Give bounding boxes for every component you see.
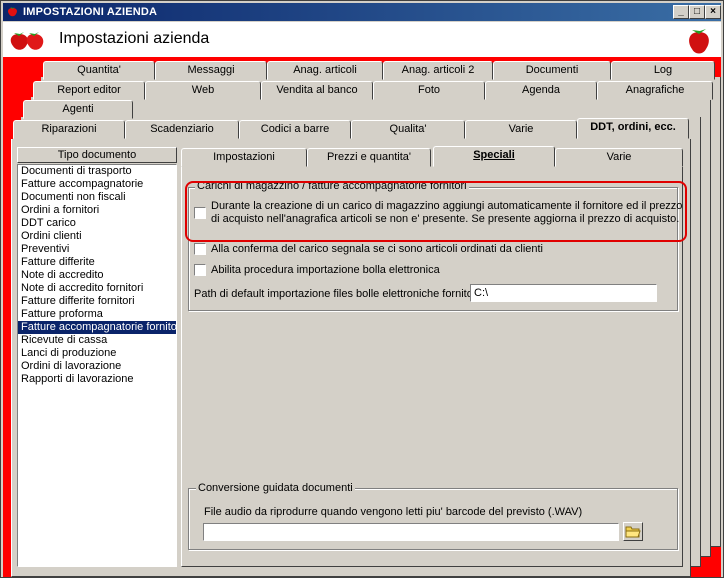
tab-foto[interactable]: Foto (373, 81, 485, 100)
page-title: Impostazioni azienda (59, 30, 210, 47)
list-item[interactable]: Preventivi (18, 243, 176, 256)
subtab-prezzi-quantita[interactable]: Prezzi e quantita' (307, 148, 431, 167)
subtab-varie[interactable]: Varie (555, 148, 683, 167)
strawberry-icon (689, 29, 709, 54)
strawberries-logo-icon (10, 32, 44, 50)
doc-type-list[interactable]: Documenti di trasporto Fatture accompagn… (17, 164, 177, 567)
tab-ddt-ordini[interactable]: DDT, ordini, ecc. (577, 118, 689, 139)
list-item-selected[interactable]: Fatture accompagnatorie fornitori (18, 321, 176, 334)
tab-qualita[interactable]: Qualita' (351, 120, 465, 139)
notify-ordered-items-checkbox[interactable] (194, 243, 206, 255)
audio-file-label: File audio da riprodurre quando vengono … (204, 506, 583, 518)
maximize-button[interactable]: □ (689, 5, 705, 19)
tab-anag-articoli[interactable]: Anag. articoli (267, 61, 383, 80)
tab-web[interactable]: Web (145, 81, 261, 100)
list-item[interactable]: DDT carico (18, 217, 176, 230)
tab-varie[interactable]: Varie (465, 120, 577, 139)
tab-riparazioni[interactable]: Riparazioni (13, 120, 125, 139)
list-item[interactable]: Ricevute di cassa (18, 334, 176, 347)
import-path-input[interactable]: C:\ (470, 284, 657, 302)
tab-codici-a-barre[interactable]: Codici a barre (239, 120, 351, 139)
electronic-import-label: Abilita procedura importazione bolla ele… (211, 264, 440, 276)
list-item[interactable]: Note di accredito fornitori (18, 282, 176, 295)
main-window: IMPOSTAZIONI AZIENDA _ □ × Impostazioni … (0, 0, 724, 578)
notify-ordered-items-label: Alla conferma del carico segnala se ci s… (211, 243, 544, 255)
strawberry-icon (8, 7, 17, 17)
folder-icon (625, 526, 641, 538)
list-item[interactable]: Ordini clienti (18, 230, 176, 243)
tab-scadenziario[interactable]: Scadenziario (125, 120, 239, 139)
list-item[interactable]: Ordini a fornitori (18, 204, 176, 217)
highlight-ring (185, 181, 687, 242)
tab-anag-articoli-2[interactable]: Anag. articoli 2 (383, 61, 493, 80)
list-item[interactable]: Documenti non fiscali (18, 191, 176, 204)
list-item[interactable]: Fatture differite (18, 256, 176, 269)
subtab-impostazioni[interactable]: Impostazioni (181, 148, 307, 167)
doc-list-header: Tipo documento (17, 147, 177, 163)
tab-quantita[interactable]: Quantita' (43, 61, 155, 80)
tab-agenti[interactable]: Agenti (23, 100, 133, 119)
tab-vendita-al-banco[interactable]: Vendita al banco (261, 81, 373, 100)
list-item[interactable]: Documenti di trasporto (18, 165, 176, 178)
minimize-button[interactable]: _ (673, 5, 689, 19)
close-button[interactable]: × (705, 5, 721, 19)
window-title: IMPOSTAZIONI AZIENDA (23, 6, 158, 18)
import-path-label: Path di default importazione files bolle… (194, 288, 479, 300)
list-item[interactable]: Fatture differite fornitori (18, 295, 176, 308)
list-item[interactable]: Note di accredito (18, 269, 176, 282)
browse-folder-button[interactable] (623, 522, 643, 541)
tab-anagrafiche[interactable]: Anagrafiche (597, 81, 713, 100)
list-item[interactable]: Lanci di produzione (18, 347, 176, 360)
electronic-import-checkbox[interactable] (194, 264, 206, 276)
list-item[interactable]: Fatture accompagnatorie (18, 178, 176, 191)
title-bar[interactable]: IMPOSTAZIONI AZIENDA _ □ × (3, 3, 721, 21)
groupbox-conversione-label: Conversione guidata documenti (196, 482, 355, 494)
tab-report-editor[interactable]: Report editor (33, 81, 145, 100)
tab-log[interactable]: Log (611, 61, 715, 80)
subtab-speciali[interactable]: Speciali (433, 146, 555, 167)
list-item[interactable]: Rapporti di lavorazione (18, 373, 176, 386)
list-item[interactable]: Fatture proforma (18, 308, 176, 321)
tab-documenti[interactable]: Documenti (493, 61, 611, 80)
header-bar: Impostazioni azienda (3, 22, 721, 57)
tab-messaggi[interactable]: Messaggi (155, 61, 267, 80)
list-item[interactable]: Ordini di lavorazione (18, 360, 176, 373)
tab-agenda[interactable]: Agenda (485, 81, 597, 100)
audio-file-input[interactable] (203, 523, 619, 541)
